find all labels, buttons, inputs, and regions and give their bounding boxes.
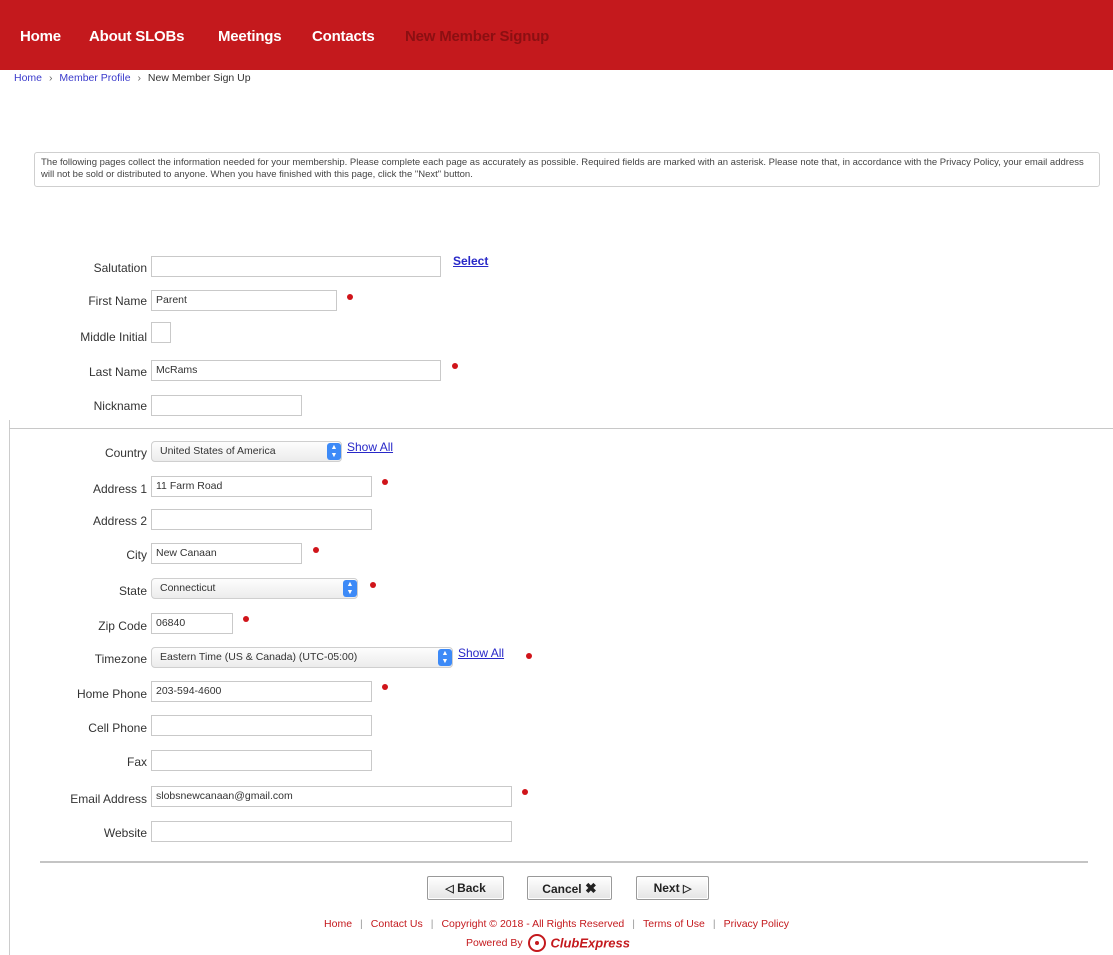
back-button[interactable]: ◁ Back	[427, 876, 504, 900]
clubexpress-logo-icon	[527, 934, 546, 952]
nav-about-slobs[interactable]: About SLOBs	[89, 28, 184, 45]
timezone-label: Timezone	[94, 652, 147, 666]
footer-home-link[interactable]: Home	[324, 918, 352, 930]
first-name-label: First Name	[88, 294, 147, 308]
fax-label: Fax	[126, 755, 147, 769]
last-name-label: Last Name	[88, 365, 147, 379]
required-indicator	[522, 789, 528, 795]
address2-label: Address 2	[92, 514, 147, 528]
email-label: Email Address	[70, 792, 147, 806]
city-label: City	[126, 548, 147, 562]
website-input[interactable]	[151, 821, 512, 842]
next-button-label: Next	[653, 881, 680, 895]
footer-links: Home | Contact Us | Copyright © 2018 - All R…	[324, 918, 789, 930]
back-arrow-icon: ◁	[445, 883, 454, 895]
timezone-show-all-link[interactable]: Show All	[458, 646, 504, 660]
breadcrumb-separator: ›	[48, 72, 53, 84]
address1-input[interactable]: 11 Farm Road	[151, 476, 372, 497]
cancel-button[interactable]: Cancel ✖	[527, 876, 612, 900]
state-label: State	[118, 584, 147, 598]
required-indicator	[347, 294, 353, 300]
last-name-input[interactable]: McRams	[151, 360, 441, 381]
country-select-value: United States of America	[160, 445, 276, 457]
required-indicator	[243, 616, 249, 622]
select-arrows-icon: ▲ ▼	[343, 580, 357, 597]
close-x-icon: ✖	[584, 880, 597, 896]
footer-copyright: Copyright © 2018 - All Rights Reserved	[441, 918, 625, 930]
country-show-all-link[interactable]: Show All	[347, 440, 393, 454]
section-divider	[9, 428, 1113, 429]
breadcrumb-current: New Member Sign Up	[147, 72, 251, 84]
breadcrumb: Home › Member Profile › New Member Sign …	[14, 72, 251, 84]
required-indicator	[382, 479, 388, 485]
zip-code-input[interactable]: 06840	[151, 613, 233, 634]
timezone-select-value: Eastern Time (US & Canada) (UTC-05:00)	[160, 651, 358, 663]
fax-input[interactable]	[151, 750, 372, 771]
instructions-notice: The following pages collect the informat…	[34, 152, 1100, 187]
required-indicator	[370, 582, 376, 588]
middle-initial-input[interactable]	[151, 322, 171, 343]
back-button-label: Back	[457, 881, 486, 895]
country-label: Country	[104, 446, 147, 460]
next-button[interactable]: Next ▷	[636, 876, 709, 900]
first-name-input[interactable]: Parent	[151, 290, 337, 311]
country-select[interactable]: United States of America ▲ ▼	[151, 441, 342, 462]
website-label: Website	[103, 826, 147, 840]
nav-contacts[interactable]: Contacts	[312, 28, 375, 45]
clubexpress-brand[interactable]: ClubExpress	[550, 936, 629, 951]
form-bottom-divider	[40, 861, 1088, 863]
footer-terms-link[interactable]: Terms of Use	[643, 918, 705, 930]
nav-new-member-signup[interactable]: New Member Signup	[405, 28, 549, 45]
next-arrow-icon: ▷	[682, 883, 692, 895]
required-indicator	[382, 684, 388, 690]
salutation-select-link[interactable]: Select	[453, 254, 488, 268]
salutation-label: Salutation	[93, 261, 147, 275]
required-indicator	[526, 653, 532, 659]
email-input[interactable]: slobsnewcanaan@gmail.com	[151, 786, 512, 807]
powered-by: Powered By ClubExpress	[466, 934, 630, 952]
required-indicator	[313, 547, 319, 553]
city-input[interactable]: New Canaan	[151, 543, 302, 564]
nav-home[interactable]: Home	[20, 28, 61, 45]
select-arrows-icon: ▲ ▼	[327, 443, 341, 460]
salutation-input[interactable]	[151, 256, 441, 277]
cancel-button-label: Cancel	[542, 882, 582, 896]
address2-input[interactable]	[151, 509, 372, 530]
breadcrumb-home[interactable]: Home	[14, 72, 42, 84]
address1-label: Address 1	[92, 482, 147, 496]
zip-code-label: Zip Code	[98, 619, 147, 633]
left-divider	[9, 420, 10, 955]
cell-phone-label: Cell Phone	[88, 721, 147, 735]
cell-phone-input[interactable]	[151, 715, 372, 736]
nickname-input[interactable]	[151, 395, 302, 416]
state-select-value: Connecticut	[160, 582, 216, 594]
footer-privacy-link[interactable]: Privacy Policy	[724, 918, 789, 930]
home-phone-input[interactable]: 203-594-4600	[151, 681, 372, 702]
nav-meetings[interactable]: Meetings	[218, 28, 282, 45]
breadcrumb-member-profile[interactable]: Member Profile	[59, 72, 130, 84]
required-indicator	[452, 363, 458, 369]
top-navigation-bar: Home About SLOBs Meetings Contacts New M…	[0, 0, 1113, 70]
select-arrows-icon: ▲ ▼	[438, 649, 452, 666]
home-phone-label: Home Phone	[76, 687, 147, 701]
middle-initial-label: Middle Initial	[80, 330, 147, 344]
footer-contact-link[interactable]: Contact Us	[371, 918, 423, 930]
breadcrumb-separator: ›	[137, 72, 141, 84]
timezone-select[interactable]: Eastern Time (US & Canada) (UTC-05:00) ▲…	[151, 647, 453, 668]
state-select[interactable]: Connecticut ▲ ▼	[151, 578, 358, 599]
powered-by-text: Powered By	[466, 936, 523, 949]
nickname-label: Nickname	[93, 399, 147, 413]
